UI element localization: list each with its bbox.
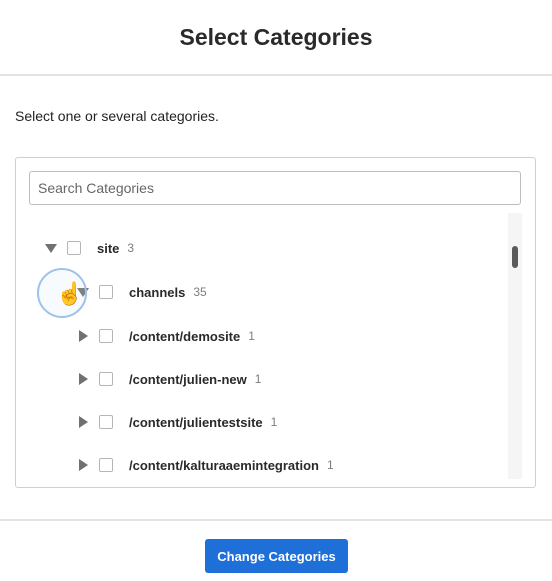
dialog-title: Select Categories	[179, 23, 373, 50]
tree-node-demosite: /content/demosite 1	[75, 322, 255, 350]
expand-toggle-icon[interactable]	[75, 371, 91, 387]
hand-pointer-cursor-icon: ☝	[56, 281, 84, 306]
tree-node-channels: channels 35	[75, 278, 207, 306]
change-categories-button[interactable]: Change Categories	[205, 539, 348, 573]
node-label: /content/julien-new	[129, 371, 247, 387]
expand-toggle-icon[interactable]	[75, 457, 91, 473]
node-count: 35	[193, 285, 207, 299]
category-tree: site 3 channels 35 /content/demosite 1 /…	[16, 218, 506, 480]
node-checkbox[interactable]	[99, 372, 113, 386]
node-label: site	[97, 240, 120, 256]
search-input[interactable]	[29, 171, 521, 205]
node-checkbox[interactable]	[99, 329, 113, 343]
category-panel: site 3 channels 35 /content/demosite 1 /…	[15, 157, 536, 488]
node-count: 1	[326, 458, 334, 472]
node-label: /content/kalturaaemintegration	[129, 457, 319, 473]
tree-node-site: site 3	[43, 234, 134, 262]
tree-scrollbar[interactable]	[508, 213, 522, 479]
node-count: 1	[270, 415, 278, 429]
tree-node-julien-new: /content/julien-new 1	[75, 365, 261, 393]
node-label: /content/demosite	[129, 328, 241, 344]
node-checkbox[interactable]	[99, 458, 113, 472]
node-count: 1	[248, 329, 255, 343]
node-label: /content/julientestsite	[129, 414, 263, 430]
dialog-footer: Change Categories	[0, 519, 552, 581]
tree-node-julientestsite: /content/julientestsite 1	[75, 408, 277, 436]
node-checkbox[interactable]	[99, 285, 113, 299]
expand-toggle-icon[interactable]	[75, 414, 91, 430]
node-checkbox[interactable]	[67, 241, 81, 255]
scrollbar-thumb[interactable]	[512, 246, 518, 268]
node-count: 1	[254, 372, 262, 386]
node-label: channels	[129, 284, 186, 300]
instruction-text: Select one or several categories.	[15, 108, 219, 124]
collapse-toggle-icon[interactable]	[43, 240, 59, 256]
expand-toggle-icon[interactable]	[75, 328, 91, 344]
dialog-header: Select Categories	[0, 0, 552, 76]
tree-node-kalturaaemintegration: /content/kalturaaemintegration 1	[75, 451, 334, 479]
node-count: 3	[127, 241, 135, 255]
node-checkbox[interactable]	[99, 415, 113, 429]
